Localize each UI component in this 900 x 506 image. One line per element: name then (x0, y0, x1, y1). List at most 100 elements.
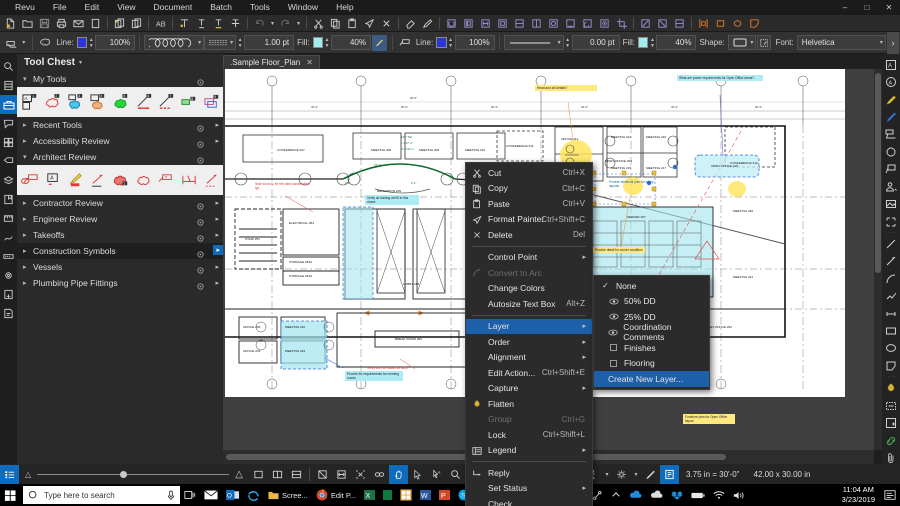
context-menu-item-delete[interactable]: Delete Del (466, 227, 592, 243)
text-highlight-icon[interactable] (177, 16, 192, 31)
stamp-tool-icon[interactable] (882, 178, 900, 195)
group-overflow-icon[interactable]: ▸ (215, 231, 219, 239)
fill-color-swatch-2[interactable] (638, 37, 648, 48)
callout-tool-icon[interactable] (398, 35, 412, 50)
tool-cloud-outline-red[interactable] (133, 168, 155, 192)
taskbar-app-edge[interactable] (243, 484, 264, 506)
tool-dimension[interactable] (179, 168, 201, 192)
chevron-down-icon[interactable]: ▾ (198, 39, 201, 46)
line-color-swatch-2[interactable] (436, 37, 446, 48)
taskbar-app-store[interactable] (396, 484, 416, 506)
rotate-right-icon[interactable] (597, 16, 612, 31)
fit-width-icon[interactable] (332, 465, 351, 484)
flip-horizontal-icon[interactable] (638, 16, 653, 31)
line-thickness-value[interactable]: 1.00 pt (244, 35, 294, 50)
tool-cloud-orange[interactable]: 4 (88, 90, 110, 114)
snapshot-icon[interactable] (696, 16, 711, 31)
tool-cloud-cyan[interactable]: 3 (65, 90, 87, 114)
line-opacity-value[interactable]: 100% (95, 35, 135, 50)
tool-textbox-red[interactable]: A (43, 168, 65, 192)
continuous-view-icon[interactable] (287, 465, 306, 484)
tool-cloud-green[interactable]: 5 (111, 90, 133, 114)
taskbar-app-outlook[interactable]: O (222, 484, 243, 506)
toolchest-group-takeoffs[interactable]: ▸ Takeoffs ▸ (17, 227, 223, 243)
checkbox-icon[interactable] (608, 344, 619, 351)
fill-opacity-stepper[interactable]: ▲▼ 40% (323, 35, 371, 50)
eraser-icon[interactable] (403, 16, 418, 31)
insert-page-icon[interactable] (112, 16, 127, 31)
arc-tool-icon[interactable] (882, 270, 900, 287)
markups-list-icon[interactable] (0, 114, 17, 133)
flatten-tool-icon[interactable] (882, 380, 900, 397)
text-underline-yellow-icon[interactable] (211, 16, 226, 31)
markup-note-ducting[interactable]: Verify all ducting will fit in this chas… (365, 195, 419, 205)
fit-visible-icon[interactable] (351, 465, 370, 484)
markup-note-stair-doors[interactable]: Stair doors to be fire rated assemblies,… (253, 181, 313, 191)
rotate-left-icon[interactable] (580, 16, 595, 31)
tool-cloud-filled-red[interactable]: 1 (111, 168, 133, 192)
tool-highlighter-red[interactable] (65, 168, 87, 192)
print-icon[interactable] (54, 16, 69, 31)
copy-icon[interactable] (328, 16, 343, 31)
rectangle-tool-icon[interactable] (882, 322, 900, 339)
line-opacity-value-2[interactable]: 100% (455, 35, 495, 50)
menu-item-file[interactable]: File (44, 0, 76, 15)
fill-color-swatch[interactable] (313, 37, 323, 48)
toolchest-group-architect-review[interactable]: ▾ Architect Review (17, 149, 223, 165)
redo-icon[interactable] (278, 16, 293, 31)
context-menu-item-autosize-text-box[interactable]: Autosize Text Box Alt+Z (466, 296, 592, 312)
rectangle-markup-icon[interactable] (713, 16, 728, 31)
tool-cloud-red[interactable]: 2 (43, 90, 65, 114)
context-menu-item-paste[interactable]: Paste Ctrl+V (466, 196, 592, 212)
image-tool-icon[interactable] (882, 195, 900, 212)
ellipse-markup-icon[interactable] (730, 16, 745, 31)
context-menu-item-reply[interactable]: Reply (466, 465, 592, 481)
ellipse-tool-icon[interactable] (882, 340, 900, 357)
layer-item-finishes[interactable]: Finishes (594, 340, 709, 356)
context-menu-item-copy[interactable]: Copy Ctrl+C (466, 181, 592, 197)
taskbar-app-mail[interactable] (200, 484, 222, 506)
slider-knob[interactable] (120, 471, 127, 478)
menu-item-window[interactable]: Window (279, 0, 327, 15)
highlighter-tool-icon[interactable] (882, 91, 900, 108)
reports-panel-icon[interactable] (0, 304, 17, 323)
settings-panel-icon[interactable] (0, 266, 17, 285)
line-opacity-stepper-2[interactable]: ▲▼ 100% (447, 35, 495, 50)
tool-rectangle-green[interactable]: 8 (179, 90, 201, 114)
minimize-button[interactable]: – (834, 0, 856, 15)
markup-note-corner-detail[interactable]: Provide detail for corner condition (593, 247, 645, 253)
group-overflow-icon[interactable]: ▸ (215, 263, 219, 271)
markup-tool-dropdown-icon[interactable]: ▾ (20, 35, 27, 50)
zoom-tool-icon[interactable] (446, 465, 465, 484)
vertical-scroll-thumb[interactable] (875, 73, 881, 273)
cloud-tool-icon[interactable] (882, 397, 900, 414)
add-page-tool-icon[interactable] (882, 414, 900, 431)
dropbox-icon[interactable] (667, 484, 687, 506)
align-top-icon[interactable] (546, 16, 561, 31)
context-menu-item-layer[interactable]: Layer ▸ (466, 319, 592, 335)
taskbar-task-view[interactable] (180, 484, 200, 506)
email-icon[interactable] (71, 16, 86, 31)
opacity-slider[interactable]: △ △ (19, 465, 249, 484)
group-overflow-icon[interactable]: ▸ (215, 121, 219, 129)
markup-note-furniture-plan[interactable]: Furniture plan for Open Office layout (683, 414, 735, 424)
search-icon[interactable] (0, 57, 17, 76)
checkbox-icon[interactable] (608, 360, 619, 367)
tool-arrow-dashed[interactable]: 7 (156, 90, 178, 114)
link-tool-icon[interactable] (882, 432, 900, 449)
context-menu-item-lock[interactable]: Lock Ctrl+Shift+L (466, 427, 592, 443)
flip-vertical-icon[interactable] (655, 16, 670, 31)
format-painter-icon[interactable] (362, 16, 377, 31)
pan-tool-icon[interactable] (389, 465, 408, 484)
tool-text-box[interactable]: A1 (20, 90, 42, 114)
tool-arrow-dashed-red[interactable] (201, 168, 223, 192)
brightness-dropdown-icon[interactable]: ▾ (631, 465, 641, 484)
layer-item-none[interactable]: ✓ None (594, 278, 709, 294)
line-thickness-stepper[interactable]: ▲▼ 1.00 pt (236, 35, 294, 50)
brightness-icon[interactable] (612, 465, 631, 484)
group-overflow-icon[interactable]: ▸ (215, 279, 219, 287)
hatch-style-combo[interactable]: ▾ (204, 35, 236, 50)
chevron-down-icon-5[interactable]: ▾ (880, 39, 883, 46)
layer-item-50-dd[interactable]: 50% DD (594, 294, 709, 310)
single-page-view-icon[interactable] (249, 465, 268, 484)
